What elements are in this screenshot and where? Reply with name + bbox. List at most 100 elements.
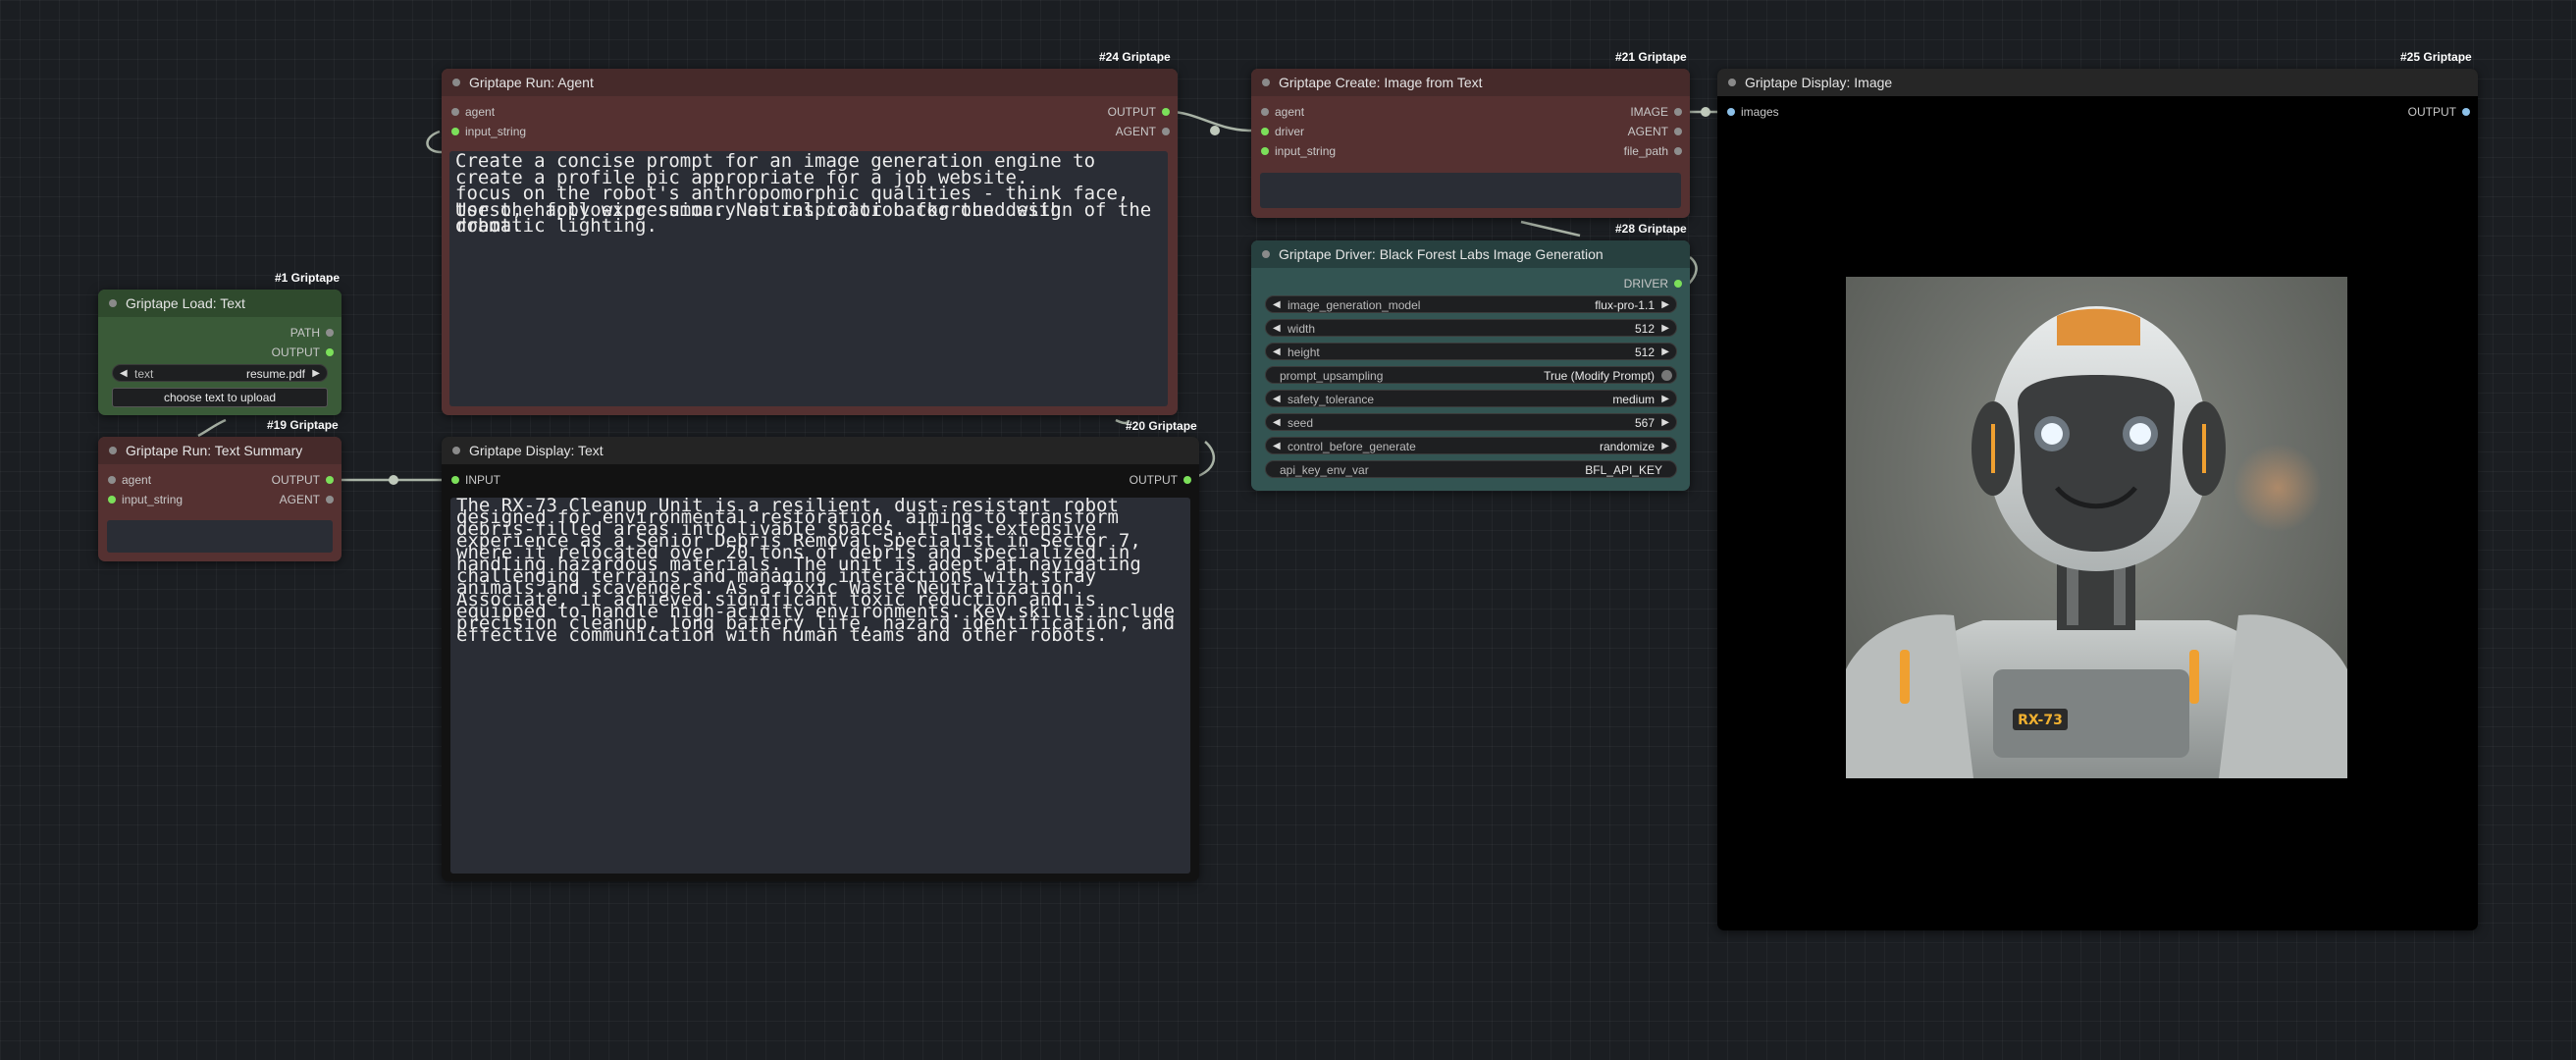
wire-agent-output-to-create (1169, 110, 1252, 132)
widget-seed[interactable]: ◀ seed 567 ▶ (1265, 413, 1677, 431)
arrow-left-icon[interactable]: ◀ (1273, 391, 1281, 408)
reroute-dot (389, 475, 398, 485)
output-slot-output[interactable]: OUTPUT (1108, 105, 1174, 119)
arrow-right-icon[interactable]: ▶ (1661, 438, 1669, 455)
node-display-text[interactable]: Griptape Display: Text INPUT OUTPUT The … (442, 437, 1199, 881)
input-slot-input-string[interactable]: input_string (1257, 144, 1336, 158)
slot-dot-icon (326, 329, 334, 337)
slot-dot-icon (326, 348, 334, 356)
slot-dot-icon (326, 496, 334, 504)
widget-prompt-upsampling[interactable]: prompt_upsampling True (Modify Prompt) (1265, 366, 1677, 384)
widget-api-key-env-var[interactable]: api_key_env_var BFL_API_KEY (1265, 460, 1677, 478)
reroute-dot (1701, 107, 1710, 117)
slot-dot-icon (1162, 128, 1170, 135)
output-slot-path[interactable]: PATH (290, 326, 338, 340)
slot-dot-icon (1674, 108, 1682, 116)
input-slot-input-string[interactable]: input_string (104, 493, 183, 506)
arrow-left-icon[interactable]: ◀ (1273, 414, 1281, 432)
collapse-dot-icon[interactable] (452, 79, 460, 86)
slot-dot-icon (326, 476, 334, 484)
output-slot-agent[interactable]: AGENT (1116, 125, 1174, 138)
node-badge: #21 Griptape (1615, 50, 1687, 64)
node-title-bar[interactable]: Griptape Create: Image from Text (1251, 69, 1690, 96)
node-badge: #24 Griptape (1099, 50, 1171, 64)
widget-control-before-generate[interactable]: ◀ control_before_generate randomize ▶ (1265, 437, 1677, 454)
arrow-left-icon[interactable]: ◀ (1273, 344, 1281, 361)
widget-width[interactable]: ◀ width 512 ▶ (1265, 319, 1677, 337)
input-slot-input[interactable]: INPUT (447, 473, 500, 487)
reroute-dot (1210, 126, 1220, 135)
node-create-image[interactable]: Griptape Create: Image from Text agent d… (1251, 69, 1690, 218)
node-title: Griptape Create: Image from Text (1279, 75, 1483, 90)
wire-agent-input-loop (426, 130, 443, 154)
input-slot-agent[interactable]: agent (1257, 105, 1304, 119)
toggle-icon[interactable] (1661, 370, 1672, 381)
arrow-right-icon[interactable]: ▶ (1661, 391, 1669, 408)
arrow-right-icon[interactable]: ▶ (1661, 320, 1669, 338)
output-slot-agent[interactable]: AGENT (1628, 125, 1686, 138)
node-bfl-driver[interactable]: Griptape Driver: Black Forest Labs Image… (1251, 240, 1690, 491)
output-slot-output[interactable]: OUTPUT (272, 473, 338, 487)
node-title-bar[interactable]: Griptape Load: Text (98, 290, 342, 317)
input-string-textarea[interactable] (1260, 173, 1681, 208)
node-run-agent[interactable]: Griptape Run: Agent agent input_string O… (442, 69, 1178, 415)
arrow-right-icon[interactable]: ▶ (312, 365, 320, 383)
input-slot-driver[interactable]: driver (1257, 125, 1304, 138)
slot-dot-icon (451, 128, 459, 135)
node-badge: #25 Griptape (2400, 50, 2472, 64)
slot-dot-icon (1674, 280, 1682, 288)
arrow-right-icon[interactable]: ▶ (1661, 296, 1669, 314)
widget-image-generation-model[interactable]: ◀ image_generation_model flux-pro-1.1 ▶ (1265, 295, 1677, 313)
wire-driver-to-create (1520, 220, 1581, 238)
output-slot-output[interactable]: OUTPUT (272, 345, 338, 359)
input-slot-agent[interactable]: agent (447, 105, 495, 119)
node-title: Griptape Run: Agent (469, 75, 594, 90)
output-slot-output[interactable]: OUTPUT (1130, 473, 1195, 487)
input-string-textarea[interactable] (107, 520, 333, 553)
input-slot-images[interactable]: images (1723, 105, 1779, 119)
widget-height[interactable]: ◀ height 512 ▶ (1265, 343, 1677, 360)
arrow-left-icon[interactable]: ◀ (1273, 320, 1281, 338)
output-slot-file-path[interactable]: file_path (1624, 144, 1686, 158)
arrow-left-icon[interactable]: ◀ (1273, 296, 1281, 314)
arrow-left-icon[interactable]: ◀ (1273, 438, 1281, 455)
input-slot-agent[interactable]: agent (104, 473, 151, 487)
node-load-text[interactable]: Griptape Load: Text PATH OUTPUT ◀ text r… (98, 290, 342, 415)
node-display-image[interactable]: Griptape Display: Image images OUTPUT RX… (1717, 69, 2478, 930)
collapse-dot-icon[interactable] (109, 447, 117, 454)
collapse-dot-icon[interactable] (1728, 79, 1736, 86)
input-slot-input-string[interactable]: input_string (447, 125, 526, 138)
output-slot-output[interactable]: OUTPUT (2408, 105, 2474, 119)
slot-dot-icon (451, 476, 459, 484)
display-textarea[interactable]: The RX-73 Cleanup Unit is a resilient, d… (450, 498, 1190, 874)
arrow-right-icon[interactable]: ▶ (1661, 414, 1669, 432)
node-badge: #28 Griptape (1615, 222, 1687, 236)
arrow-left-icon[interactable]: ◀ (120, 365, 128, 383)
node-title-bar[interactable]: Griptape Driver: Black Forest Labs Image… (1251, 240, 1690, 268)
widget-text-file[interactable]: ◀ text resume.pdf ▶ (112, 364, 328, 382)
node-badge: #20 Griptape (1126, 419, 1197, 433)
node-title-bar[interactable]: Griptape Display: Text (442, 437, 1199, 464)
node-title-bar[interactable]: Griptape Run: Text Summary (98, 437, 342, 464)
slot-dot-icon (1261, 128, 1269, 135)
arrow-right-icon[interactable]: ▶ (1661, 344, 1669, 361)
slot-dot-icon (108, 476, 116, 484)
upload-text-button[interactable]: choose text to upload (112, 388, 328, 407)
collapse-dot-icon[interactable] (1262, 79, 1270, 86)
node-title-bar[interactable]: Griptape Display: Image (1717, 69, 2478, 96)
collapse-dot-icon[interactable] (109, 299, 117, 307)
widget-safety-tolerance[interactable]: ◀ safety_tolerance medium ▶ (1265, 390, 1677, 407)
prompt-textarea[interactable]: Create a concise prompt for an image gen… (449, 151, 1168, 406)
output-slot-driver[interactable]: DRIVER (1624, 277, 1686, 291)
node-text-summary[interactable]: Griptape Run: Text Summary agent input_s… (98, 437, 342, 561)
slot-dot-icon (1674, 128, 1682, 135)
display-text-layer-overlap (456, 500, 1184, 641)
output-slot-image[interactable]: IMAGE (1630, 105, 1686, 119)
collapse-dot-icon[interactable] (1262, 250, 1270, 258)
node-title: Griptape Display: Image (1745, 75, 1893, 90)
node-title-bar[interactable]: Griptape Run: Agent (442, 69, 1178, 96)
output-slot-agent[interactable]: AGENT (280, 493, 338, 506)
node-title: Griptape Run: Text Summary (126, 443, 303, 458)
collapse-dot-icon[interactable] (452, 447, 460, 454)
slot-dot-icon (1727, 108, 1735, 116)
